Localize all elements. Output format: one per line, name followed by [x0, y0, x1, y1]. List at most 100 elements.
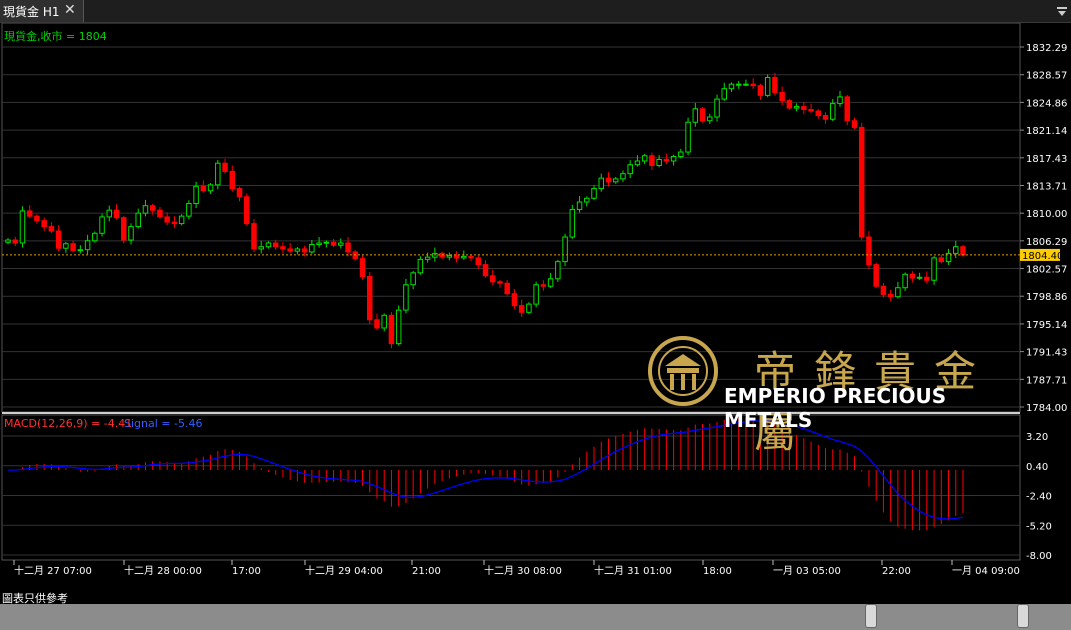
time-tick-label: 十二月 31 01:00 [594, 564, 672, 577]
candle-body [830, 103, 836, 120]
candle-body [641, 155, 648, 162]
candle-body [388, 314, 395, 345]
candle-body [475, 257, 482, 266]
candle-body [793, 106, 800, 109]
candle-body [489, 275, 496, 283]
candle-body [5, 239, 11, 243]
candle-body [844, 96, 850, 122]
candle-body [287, 248, 293, 252]
candle-body [728, 83, 735, 90]
candle-body [113, 209, 120, 219]
candle-body [106, 209, 113, 218]
time-tick-label: 18:00 [703, 566, 732, 577]
candle-body [34, 215, 40, 222]
candle-body [851, 120, 858, 128]
macd-value-label: MACD(12,26,9) = -4.41 [4, 417, 132, 430]
candle-body [518, 305, 525, 313]
candle-body [410, 272, 416, 286]
dropdown-menu-icon[interactable] [1057, 3, 1067, 17]
horizontal-scrollbar[interactable] [0, 604, 1071, 630]
candle-body [699, 108, 706, 122]
candle-body [309, 243, 315, 253]
scroll-handle-right[interactable] [1017, 604, 1029, 628]
time-tick-label: 十二月 27 07:00 [14, 564, 92, 577]
candle-body [866, 236, 872, 266]
price-tick-label: 1787.71 [1026, 375, 1067, 386]
candle-body [757, 85, 764, 96]
candle-body [880, 285, 887, 295]
candle-body [584, 197, 590, 203]
candle-body [822, 115, 829, 120]
candle-body [663, 158, 670, 162]
candle-body [48, 226, 55, 232]
candle-body [707, 116, 713, 122]
candle-body [721, 88, 727, 100]
price-tick-label: 1795.14 [1026, 320, 1067, 331]
candle-body [272, 242, 279, 248]
time-tick-label: 22:00 [882, 566, 911, 577]
candle-body [77, 249, 84, 252]
candle-body [764, 76, 771, 96]
candle-body [562, 236, 568, 263]
candle-body [417, 258, 424, 274]
candle-body [26, 210, 33, 217]
macd-tick-label: 0.40 [1026, 462, 1048, 473]
candle-body [916, 276, 923, 279]
candle-body [685, 121, 691, 153]
candle-body [555, 261, 561, 280]
candle-body [193, 185, 199, 204]
candle-body [294, 248, 301, 252]
candle-body [424, 256, 431, 260]
candle-body [620, 173, 626, 180]
candle-body [837, 96, 843, 105]
price-tick-label: 1791.43 [1026, 348, 1067, 359]
candle-body [395, 309, 402, 345]
time-tick-label: 十二月 30 08:00 [484, 564, 562, 577]
candle-body [135, 212, 141, 228]
candle-body [142, 205, 149, 214]
signal-value-label: Signal = -5.46 [124, 417, 202, 430]
candle-body [960, 246, 966, 256]
price-tick-label: 1817.43 [1026, 154, 1067, 165]
candle-body [808, 109, 814, 112]
candle-body [858, 126, 865, 238]
candle-body [938, 257, 945, 263]
candle-body [128, 226, 134, 241]
candle-body [692, 108, 699, 123]
candle-body [815, 110, 822, 117]
candle-body [576, 201, 583, 210]
candle-body [222, 162, 228, 172]
scroll-handle-left[interactable] [865, 604, 877, 628]
candle-body [171, 221, 178, 225]
candle-body [229, 170, 236, 190]
candle-body [99, 216, 105, 234]
candle-body [526, 303, 532, 313]
candle-body [670, 156, 677, 162]
close-icon[interactable]: ✕ [64, 2, 76, 18]
price-tick-label: 1828.57 [1026, 71, 1067, 82]
candle-body [887, 293, 894, 298]
candle-body [63, 243, 69, 249]
candle-body [157, 209, 163, 218]
candle-body [301, 248, 308, 253]
candle-body [627, 164, 633, 175]
candle-body [743, 83, 749, 86]
candle-body [178, 215, 185, 225]
candle-body [149, 205, 156, 211]
candle-body [12, 239, 18, 244]
price-chart[interactable]: 1832.29 1828.57 1824.86 1821.14 1817.43 1813.… [0, 23, 1071, 588]
candle-body [612, 178, 619, 183]
candle-body [497, 281, 503, 284]
candle-body [801, 106, 807, 111]
candle-body [207, 184, 214, 192]
candle-body [649, 155, 655, 166]
candle-body [678, 151, 684, 158]
candle-body [924, 276, 930, 281]
candle-body [468, 255, 474, 259]
candle-body [735, 83, 742, 86]
candle-body [779, 91, 785, 102]
time-tick-label: 十二月 29 04:00 [305, 564, 383, 577]
main-indicator-label: 現貨金,收市 = 1804 [4, 29, 107, 43]
tab-xau-h1[interactable]: 現貨金 H1 ✕ [0, 0, 84, 22]
macd-tick-label: -2.40 [1026, 492, 1052, 503]
